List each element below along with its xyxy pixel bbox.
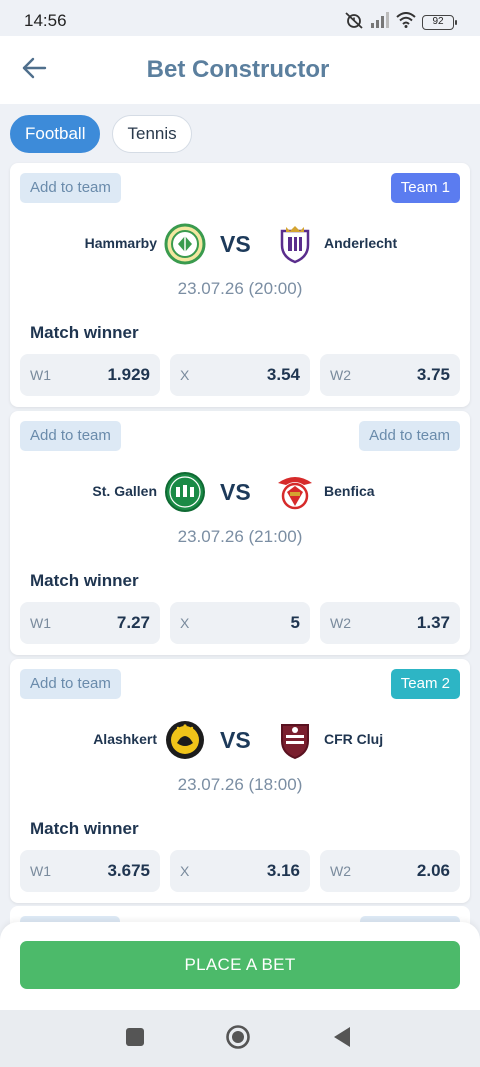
alarm-off-icon — [344, 11, 364, 34]
system-nav-bar — [0, 1010, 480, 1067]
odd-value: 3.75 — [416, 365, 450, 384]
vs-label: VS — [220, 727, 251, 753]
home-team-name: Hammarby — [84, 235, 157, 251]
away-team-name: Anderlecht — [324, 235, 398, 251]
market-title: Match winner — [30, 819, 139, 838]
st-gallen-logo-icon — [164, 471, 206, 513]
team-1-badge[interactable]: Team 1 — [390, 173, 460, 203]
matchup: Hammarby VS Anderlecht — [10, 223, 470, 265]
odd-label: W1 — [30, 863, 51, 879]
vs-label: VS — [220, 231, 251, 257]
add-to-team-button[interactable]: Add to team — [359, 421, 460, 451]
status-icons: 92 — [344, 11, 457, 34]
odd-label: W2 — [330, 615, 351, 631]
sport-tabs: Football Tennis — [10, 115, 192, 153]
odd-x-button[interactable]: X 3.54 — [170, 354, 310, 396]
battery-icon: 92 — [422, 15, 457, 30]
add-to-team-button[interactable]: Add to team — [20, 173, 121, 203]
odd-w1-button[interactable]: W1 7.27 — [20, 602, 160, 644]
odd-value: 2.06 — [416, 861, 450, 880]
matchup: St. Gallen VS Benfica — [10, 471, 470, 513]
odd-w1-button[interactable]: W1 1.929 — [20, 354, 160, 396]
odds-row: W1 3.675 X 3.16 W2 2.06 — [20, 850, 460, 892]
bottom-panel: PLACE A BET — [0, 922, 480, 1010]
hammarby-logo-icon — [164, 223, 206, 265]
odd-label: X — [180, 863, 190, 879]
vs-label: VS — [220, 479, 251, 505]
status-time: 14:56 — [24, 11, 67, 30]
odd-value: 3.675 — [107, 861, 150, 880]
status-bar: 14:56 92 — [0, 0, 480, 36]
signal-icon — [370, 12, 390, 33]
add-to-team-button[interactable]: Add to team — [20, 669, 121, 699]
market-title: Match winner — [30, 571, 139, 590]
odd-label: W1 — [30, 615, 51, 631]
odd-value: 1.929 — [107, 365, 150, 384]
page-title: Bet Constructor — [146, 56, 330, 83]
match-card: Add to team Add to team St. Gallen VS Be… — [10, 411, 470, 655]
place-bet-button[interactable]: PLACE A BET — [20, 941, 460, 989]
benfica-logo-icon — [274, 471, 316, 513]
home-team-name: Alashkert — [93, 731, 157, 747]
odd-value: 3.16 — [266, 861, 300, 880]
match-card: Add to team Team 2 Alashkert VS CFR Cluj… — [10, 659, 470, 903]
back-icon — [332, 1026, 352, 1053]
tab-football[interactable]: Football — [10, 115, 101, 153]
app-header: Bet Constructor — [0, 36, 480, 104]
odds-row: W1 1.929 X 3.54 W2 3.75 — [20, 354, 460, 396]
odd-label: X — [180, 615, 190, 631]
tab-tennis[interactable]: Tennis — [112, 115, 192, 153]
odd-x-button[interactable]: X 3.16 — [170, 850, 310, 892]
cfr-cluj-logo-icon — [274, 719, 316, 761]
odd-label: W2 — [330, 367, 351, 383]
odd-w2-button[interactable]: W2 2.06 — [320, 850, 460, 892]
recent-apps-button[interactable] — [120, 1024, 150, 1054]
system-back-button[interactable] — [327, 1024, 357, 1054]
odd-value: 5 — [290, 613, 300, 632]
team-2-badge[interactable]: Team 2 — [390, 669, 460, 699]
odd-value: 3.54 — [266, 365, 300, 384]
odd-label: X — [180, 367, 190, 383]
match-datetime: 23.07.26 (18:00) — [177, 775, 303, 794]
matchup: Alashkert VS CFR Cluj — [10, 719, 470, 761]
wifi-icon — [396, 12, 416, 33]
away-team-name: Benfica — [324, 483, 375, 499]
alashkert-logo-icon — [164, 719, 206, 761]
home-button[interactable] — [223, 1024, 253, 1054]
market-title: Match winner — [30, 323, 139, 342]
odd-value: 7.27 — [116, 613, 150, 632]
anderlecht-logo-icon — [274, 223, 316, 265]
home-team-name: St. Gallen — [92, 483, 157, 499]
home-icon — [225, 1024, 251, 1055]
odd-label: W2 — [330, 863, 351, 879]
odd-label: W1 — [30, 367, 51, 383]
add-to-team-button[interactable]: Add to team — [20, 421, 121, 451]
odd-value: 1.37 — [416, 613, 450, 632]
match-card: Add to team Team 1 Hammarby VS Anderlech… — [10, 163, 470, 407]
recent-apps-icon — [125, 1027, 145, 1052]
odd-w1-button[interactable]: W1 3.675 — [20, 850, 160, 892]
match-datetime: 23.07.26 (20:00) — [177, 279, 303, 298]
away-team-name: CFR Cluj — [324, 731, 384, 747]
match-datetime: 23.07.26 (21:00) — [177, 527, 303, 546]
odd-x-button[interactable]: X5 — [170, 602, 310, 644]
odd-w2-button[interactable]: W2 3.75 — [320, 354, 460, 396]
odds-row: W1 7.27 X5 W2 1.37 — [20, 602, 460, 644]
odd-w2-button[interactable]: W2 1.37 — [320, 602, 460, 644]
